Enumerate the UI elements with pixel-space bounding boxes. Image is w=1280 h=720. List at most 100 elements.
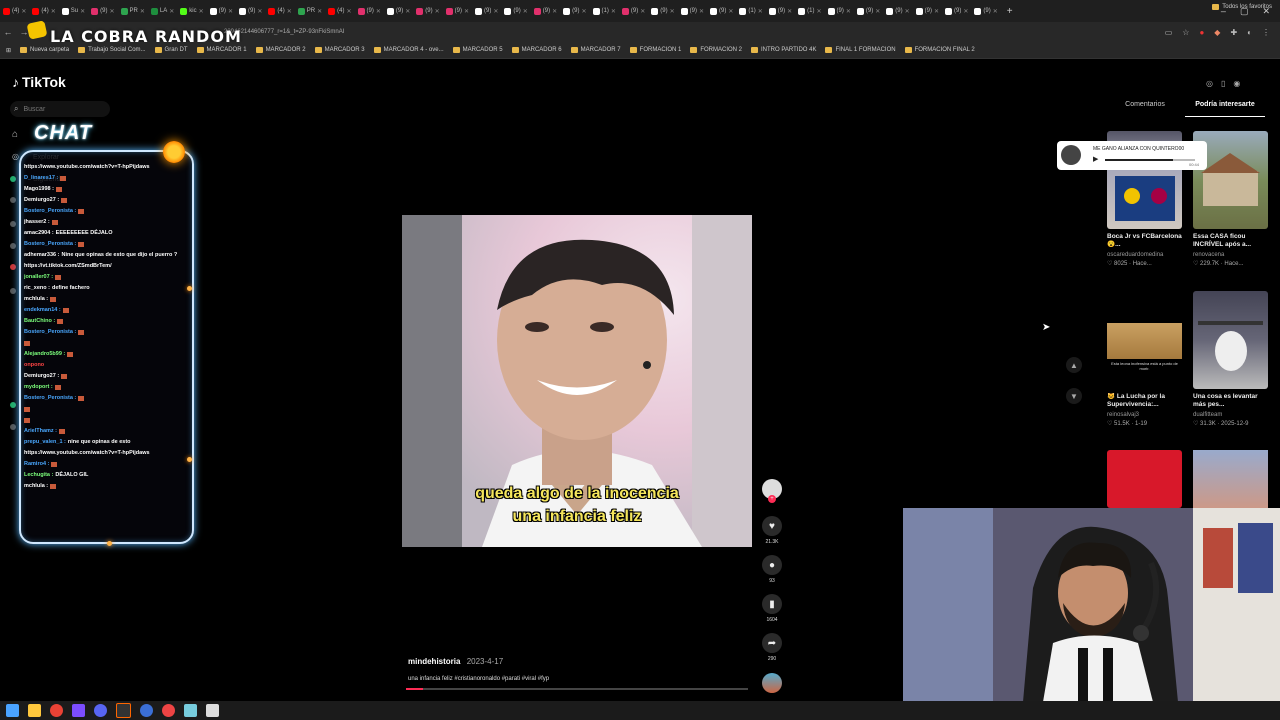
close-tab-icon[interactable]: ✕	[816, 8, 821, 15]
close-tab-icon[interactable]: ✕	[963, 8, 968, 15]
phone-icon[interactable]: ▯	[1221, 79, 1225, 88]
browser-tab[interactable]: kic ✕	[177, 0, 206, 22]
browser-tab[interactable]: (9) ✕	[942, 0, 971, 22]
new-tab-button[interactable]: +	[1001, 6, 1019, 17]
bookmark-item[interactable]: MARCADOR 5	[452, 47, 503, 53]
close-tab-icon[interactable]: ✕	[787, 8, 792, 15]
browser-tab[interactable]: (1) ✕	[795, 0, 824, 22]
close-tab-icon[interactable]: ✕	[140, 8, 145, 15]
close-tab-icon[interactable]: ✕	[257, 8, 262, 15]
browser-tab[interactable]: (9) ✕	[88, 0, 117, 22]
close-tab-icon[interactable]: ✕	[405, 8, 410, 15]
previous-video-button[interactable]: ▲	[1066, 357, 1082, 373]
save-action[interactable]: ▮ 1604	[762, 594, 782, 623]
discord-icon[interactable]	[94, 704, 107, 717]
chrome-icon[interactable]	[50, 704, 63, 717]
close-tab-icon[interactable]: ✕	[493, 8, 498, 15]
browser-tab[interactable]: (9) ✕	[854, 0, 883, 22]
app-icon[interactable]	[140, 704, 153, 717]
share-action[interactable]: ➦ 290	[762, 633, 782, 662]
close-tab-icon[interactable]: ✕	[228, 8, 233, 15]
back-icon[interactable]: ←	[0, 27, 16, 37]
browser-tab[interactable]: (9) ✕	[207, 0, 236, 22]
close-tab-icon[interactable]: ✕	[169, 8, 174, 15]
browser-tab[interactable]: (9) ✕	[648, 0, 677, 22]
close-tab-icon[interactable]: ✕	[758, 8, 763, 15]
bookmark-item[interactable]: Nueva carpeta	[20, 47, 69, 53]
bookmark-item[interactable]: MARCADOR 6	[511, 47, 562, 53]
all-bookmarks[interactable]: Todos los favoritos	[1212, 4, 1272, 10]
tab-comments[interactable]: Comentarios	[1105, 101, 1185, 117]
bookmark-item[interactable]: MARCADOR 7	[570, 47, 621, 53]
close-tab-icon[interactable]: ✕	[993, 8, 998, 15]
close-tab-icon[interactable]: ✕	[80, 8, 85, 15]
bookmark-item[interactable]: INTRO PARTIDO 4K	[751, 47, 816, 53]
recommended-thumbnail[interactable]	[1193, 450, 1268, 508]
browser-tab[interactable]: PR ✕	[118, 0, 148, 22]
bookmark-item[interactable]: MARCADOR 1	[196, 47, 247, 53]
home-icon[interactable]: ⌂	[12, 129, 18, 140]
extension-icon[interactable]: ◆	[1214, 28, 1220, 37]
browser-tab[interactable]: (9) ✕	[443, 0, 472, 22]
close-tab-icon[interactable]: ✕	[905, 8, 910, 15]
tab-recommended[interactable]: Podría interesarte	[1185, 101, 1265, 117]
close-tab-icon[interactable]: ✕	[581, 8, 586, 15]
browser-tab[interactable]: (9) ✕	[384, 0, 413, 22]
post-author[interactable]: mindehistoria 2023-4-17	[408, 657, 503, 666]
browser-tab[interactable]: (9) ✕	[355, 0, 384, 22]
browser-tab[interactable]: (9) ✕	[825, 0, 854, 22]
close-tab-icon[interactable]: ✕	[287, 8, 292, 15]
play-icon[interactable]: ▶	[1093, 155, 1098, 163]
browser-tab[interactable]: (9) ✕	[678, 0, 707, 22]
author-avatar[interactable]: +	[762, 479, 782, 503]
app-icon[interactable]	[72, 704, 85, 717]
bookmark-star-icon[interactable]: ☆	[1182, 28, 1189, 37]
close-tab-icon[interactable]: ✕	[435, 8, 440, 15]
close-tab-icon[interactable]: ✕	[109, 8, 114, 15]
recommended-card[interactable]: Una cosa es levantar más pes... dualfitt…	[1193, 291, 1269, 427]
browser-tab[interactable]: (4) ✕	[265, 0, 294, 22]
browser-tab[interactable]: (9) ✕	[531, 0, 560, 22]
settings-icon[interactable]: ◎	[1206, 79, 1213, 88]
browser-tab[interactable]: Su ✕	[59, 0, 88, 22]
file-explorer-icon[interactable]	[28, 704, 41, 717]
close-tab-icon[interactable]: ✕	[846, 8, 851, 15]
bookmark-item[interactable]: Trabajo Social Com...	[78, 47, 146, 53]
close-tab-icon[interactable]: ✕	[21, 8, 26, 15]
browser-tab[interactable]: (9) ✕	[413, 0, 442, 22]
browser-tab[interactable]: (9) ✕	[707, 0, 736, 22]
close-tab-icon[interactable]: ✕	[699, 8, 704, 15]
bookmark-item[interactable]: MARCADOR 4 - ove...	[373, 47, 444, 53]
bookmark-item[interactable]: FORMACION 2	[690, 47, 742, 53]
search-input[interactable]: ⌕ Buscar	[10, 101, 110, 117]
music-progress-bar[interactable]	[1105, 159, 1195, 161]
cast-icon[interactable]: ▭	[1165, 28, 1173, 37]
close-tab-icon[interactable]: ✕	[199, 8, 204, 15]
browser-tab[interactable]: (9) ✕	[619, 0, 648, 22]
follow-plus-icon[interactable]: +	[768, 495, 776, 503]
close-tab-icon[interactable]: ✕	[317, 8, 322, 15]
close-tab-icon[interactable]: ✕	[670, 8, 675, 15]
recommended-thumbnail[interactable]	[1107, 450, 1182, 508]
app-icon[interactable]	[206, 704, 219, 717]
close-tab-icon[interactable]: ✕	[376, 8, 381, 15]
bookmark-item[interactable]: Gran DT	[154, 47, 188, 53]
close-tab-icon[interactable]: ✕	[875, 8, 880, 15]
browser-tab[interactable]: (4) ✕	[29, 0, 58, 22]
close-tab-icon[interactable]: ✕	[728, 8, 733, 15]
browser-tab[interactable]: (1) ✕	[590, 0, 619, 22]
browser-tab[interactable]: PR ✕	[295, 0, 325, 22]
puzzle-icon[interactable]: ✚	[1230, 28, 1237, 37]
compass-icon[interactable]: ◎	[12, 152, 19, 161]
close-tab-icon[interactable]: ✕	[640, 8, 645, 15]
profile-icon[interactable]: ◐	[1247, 28, 1252, 37]
bookmark-item[interactable]: FORMACION 1	[629, 47, 681, 53]
comment-action[interactable]: ● 93	[762, 555, 782, 584]
browser-tab[interactable]: (9) ✕	[472, 0, 501, 22]
browser-tab[interactable]: (9) ✕	[236, 0, 265, 22]
browser-tab[interactable]: (1) ✕	[736, 0, 765, 22]
bookmark-item[interactable]: FORMACION FINAL 2	[904, 47, 975, 53]
browser-tab[interactable]: LA ✕	[148, 0, 177, 22]
close-tab-icon[interactable]: ✕	[934, 8, 939, 15]
close-tab-icon[interactable]: ✕	[51, 8, 56, 15]
